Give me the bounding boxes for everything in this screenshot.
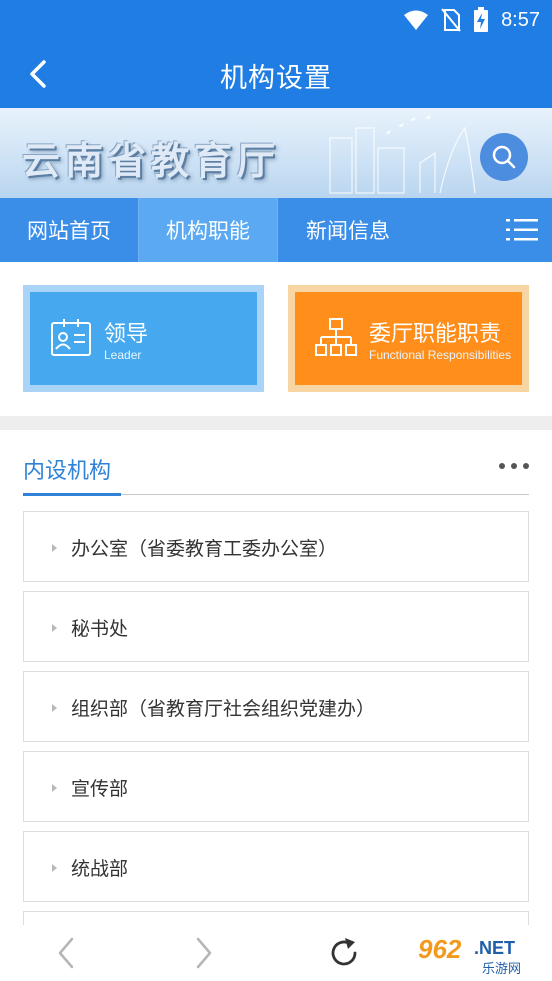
arrow-left-icon [58,937,74,969]
list-item[interactable]: 统战部 [23,831,529,902]
status-icons: 8:57 [403,6,540,34]
section-title-underline [23,493,121,496]
arrow-right-icon [196,937,212,969]
nav-bar: 网站首页 机构职能 新闻信息 [0,198,552,262]
more-dot-icon [511,463,517,469]
section-title: 内设机构 [23,459,112,484]
more-dot-icon [523,463,529,469]
list-item-label: 组织部（省教育厅社会组织党建办） [71,698,376,720]
list-item-label: 宣传部 [71,778,129,800]
page-title: 机构设置 [220,63,332,94]
list-item[interactable]: 宣传部 [23,751,529,822]
tab-home[interactable]: 网站首页 [0,198,139,262]
list-item[interactable]: 办公室（省委教育工委办公室） [23,511,529,582]
refresh-icon [331,938,357,966]
department-list: 办公室（省委教育工委办公室） 秘书处 组织部（省教育厅社会组织党建办） 宣传部 … [23,511,529,960]
leader-card-body: 领导 Leader [30,292,257,385]
tab-functions[interactable]: 机构职能 [139,198,278,262]
caret-right-icon [52,544,57,552]
status-time: 8:57 [501,8,540,31]
functions-card-body: 委厅职能职责 Functional Responsibilities [295,292,522,385]
city-skyline-illustration [329,115,476,194]
caret-right-icon [52,624,57,632]
watermark-caption: 乐游网 [482,962,521,977]
leader-card-subtitle: Leader [104,348,142,362]
org-chart-icon [315,318,357,356]
list-menu-icon[interactable] [506,216,538,244]
wifi-icon [404,10,429,30]
list-item-label: 秘书处 [71,618,129,640]
site-banner: 云南省教育厅 [0,108,552,198]
caret-right-icon [52,704,57,712]
no-sim-icon [441,8,461,32]
banner-title: 云南省教育厅 [22,139,281,183]
list-item[interactable]: 秘书处 [23,591,529,662]
list-item[interactable]: 组织部（省教育厅社会组织党建办） [23,671,529,742]
caret-right-icon [52,784,57,792]
section-header: 内设机构 [23,440,529,496]
status-bar: 8:57 [0,0,552,40]
search-icon [492,145,516,169]
leader-card[interactable]: 领导 Leader [23,285,264,392]
site-watermark-logo: 962 .NET 乐游网 [412,930,548,977]
app-header: 机构设置 [0,40,552,108]
battery-charging-icon [474,7,489,32]
caret-right-icon [52,864,57,872]
watermark-number: 962 [418,934,462,964]
functions-card-title: 委厅职能职责 [369,322,502,347]
leader-card-title: 领导 [104,322,149,347]
browser-back-button[interactable] [48,935,84,971]
more-button[interactable] [499,458,529,474]
browser-forward-button[interactable] [186,935,222,971]
list-item-label: 办公室（省委教育工委办公室） [71,538,338,560]
list-item-label: 统战部 [71,858,129,880]
functions-card-subtitle: Functional Responsibilities [369,348,512,362]
functions-card[interactable]: 委厅职能职责 Functional Responsibilities [288,285,529,392]
tab-news[interactable]: 新闻信息 [278,198,418,262]
section-divider [0,416,552,430]
watermark-suffix: .NET [474,938,515,958]
search-button[interactable] [480,133,528,181]
refresh-button[interactable] [326,935,362,971]
id-card-icon [51,319,91,356]
more-dot-icon [499,463,505,469]
